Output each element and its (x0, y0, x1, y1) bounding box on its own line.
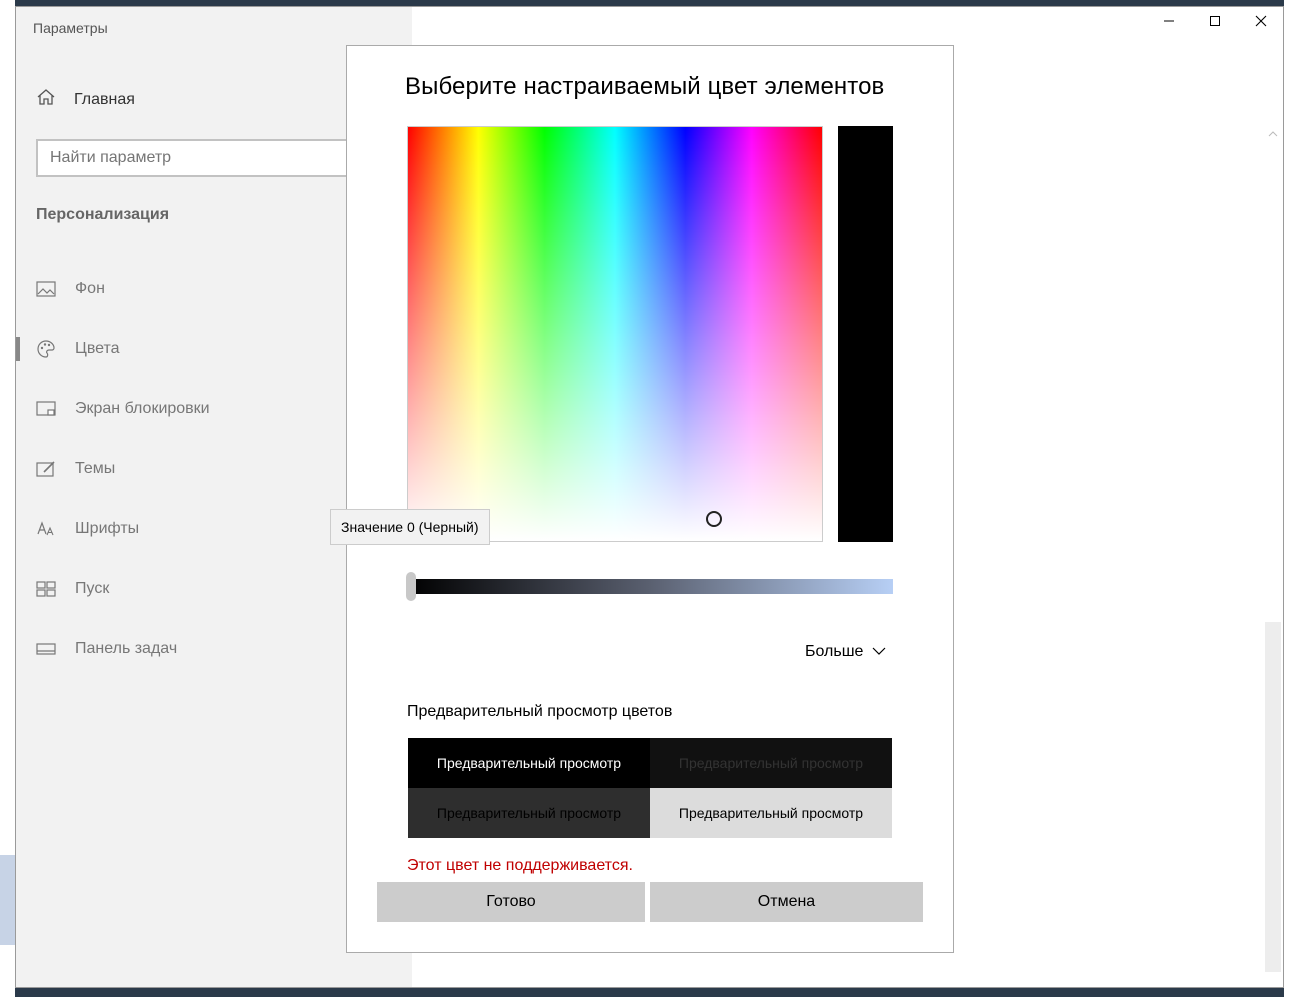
background-window-edge-right (1284, 0, 1289, 997)
app-title: Параметры (33, 20, 108, 36)
cancel-button[interactable]: Отмена (650, 882, 923, 922)
sidebar-item-label: Темы (75, 460, 116, 477)
lock-screen-icon (36, 399, 56, 419)
palette-icon (36, 339, 56, 359)
preview-cell-dark-text: Предварительный просмотр (650, 738, 892, 788)
nav-home-label: Главная (74, 90, 135, 108)
preview-cell-light: Предварительный просмотр (650, 788, 892, 838)
start-icon (36, 579, 56, 599)
themes-icon (36, 459, 56, 479)
fonts-icon (36, 519, 56, 539)
more-label: Больше (805, 643, 864, 660)
preview-heading: Предварительный просмотр цветов (407, 703, 673, 720)
minimize-icon (1163, 14, 1175, 32)
maximize-button[interactable] (1192, 7, 1238, 39)
chevron-down-icon (871, 643, 887, 661)
sidebar-item-label: Панель задач (75, 640, 178, 657)
value-slider-thumb[interactable] (406, 572, 416, 601)
color-picker-ring[interactable] (706, 511, 722, 527)
minimize-button[interactable] (1146, 7, 1192, 39)
value-slider-track[interactable] (407, 579, 893, 594)
picture-icon (36, 279, 56, 299)
sidebar-item-label: Шрифты (75, 520, 140, 537)
color-preview-grid: Предварительный просмотр Предварительный… (408, 738, 892, 838)
section-heading: Персонализация (36, 206, 170, 223)
scroll-up-icon (1268, 131, 1278, 137)
sidebar-item-label: Пуск (75, 580, 110, 597)
home-icon (36, 87, 56, 112)
color-spectrum[interactable] (407, 126, 823, 542)
scrollbar-thumb[interactable] (1265, 622, 1281, 972)
dialog-title: Выберите настраиваемый цвет элементов (405, 73, 885, 100)
sidebar-item-label: Экран блокировки (75, 400, 210, 417)
search-input[interactable] (36, 139, 376, 177)
selected-color-preview (838, 126, 893, 542)
sidebar-item-label: Фон (75, 280, 105, 297)
value-tooltip: Значение 0 (Черный) (330, 509, 490, 545)
unsupported-color-message: Этот цвет не поддерживается. (407, 857, 633, 874)
taskbar-icon (36, 639, 56, 659)
sidebar-item-label: Цвета (75, 340, 120, 357)
more-button[interactable]: Больше (805, 643, 887, 661)
close-button[interactable] (1238, 7, 1284, 39)
nav-home[interactable]: Главная (36, 87, 135, 112)
background-strip (0, 855, 15, 945)
color-picker-dialog: Выберите настраиваемый цвет элементов Бо… (346, 45, 954, 953)
preview-cell-mid: Предварительный просмотр (408, 788, 650, 838)
preview-cell-dark-accent: Предварительный просмотр (408, 738, 650, 788)
close-icon (1255, 14, 1267, 32)
done-button[interactable]: Готово (377, 882, 645, 922)
background-window-edge (0, 0, 15, 997)
maximize-icon (1209, 14, 1221, 32)
